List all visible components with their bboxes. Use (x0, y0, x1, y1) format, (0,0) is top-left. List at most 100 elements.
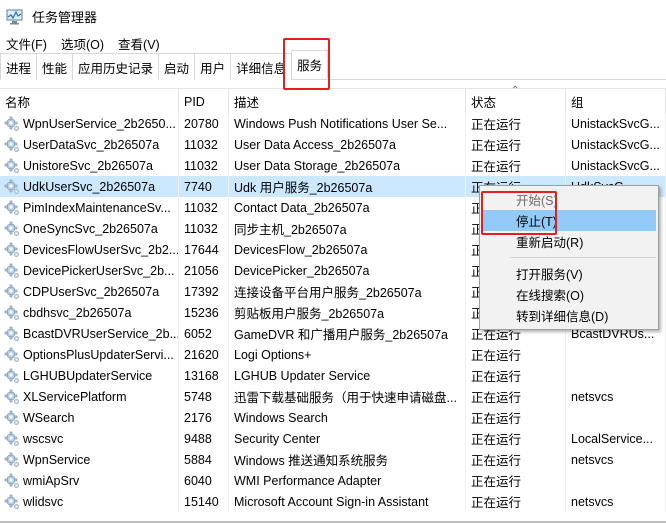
cell-name: UdkUserSvc_2b26507a (0, 176, 179, 197)
service-gear-icon (4, 326, 20, 342)
cell-status: 正在运行 (466, 386, 566, 407)
title-bar: 任务管理器 (0, 0, 666, 33)
service-gear-icon (4, 242, 20, 258)
table-row[interactable]: WpnUserService_2b2650... 20780 Windows Pus… (0, 113, 666, 134)
context-menu-start[interactable]: 开始(S) (482, 189, 656, 210)
cell-pid: 11032 (179, 197, 229, 218)
menu-bar: 文件(F) 选项(O) 查看(V) (0, 33, 666, 53)
cell-name: UserDataSvc_2b26507a (0, 134, 179, 155)
column-header-group[interactable]: 组 (566, 89, 666, 114)
context-menu-go-to-details[interactable]: 转到详细信息(D) (482, 305, 656, 326)
service-gear-icon (4, 389, 20, 405)
service-name: OneSyncSvc_2b26507a (23, 221, 158, 236)
cell-status: 正在运行 (466, 428, 566, 449)
cell-status: 正在运行 (466, 155, 566, 176)
tab-processes[interactable]: 进程 (0, 53, 38, 80)
cell-description: Security Center (229, 428, 466, 449)
cell-pid: 6040 (179, 470, 229, 491)
service-name: UnistoreSvc_2b26507a (23, 158, 153, 173)
cell-description: 迅雷下载基础服务（用于快速申请磁盘... (229, 386, 466, 407)
cell-pid: 7740 (179, 176, 229, 197)
column-header-description[interactable]: 描述 (229, 89, 466, 114)
cell-name: XLServicePlatform (0, 386, 179, 407)
cell-name: UnistoreSvc_2b26507a (0, 155, 179, 176)
service-name: BcastDVRUserService_2b... (23, 326, 179, 341)
menu-view[interactable]: 查看(V) (118, 34, 160, 53)
table-row[interactable]: UserDataSvc_2b26507a 11032 User Data Acces… (0, 134, 666, 155)
table-row[interactable]: XLServicePlatform 5748 迅雷下载基础服务（用于快速申请磁盘..… (0, 386, 666, 407)
cell-status: 正在运行 (466, 470, 566, 491)
menu-file[interactable]: 文件(F) (6, 34, 47, 53)
cell-description: WMI Performance Adapter (229, 470, 466, 491)
cell-description: GameDVR 和广播用户服务_2b26507a (229, 323, 466, 344)
service-gear-icon (4, 368, 20, 384)
table-row[interactable]: UnistoreSvc_2b26507a 11032 User Data Stora… (0, 155, 666, 176)
cell-description: 同步主机_2b26507a (229, 218, 466, 239)
cell-pid: 5884 (179, 449, 229, 470)
cell-name: WSearch (0, 407, 179, 428)
cell-group: UnistackSvcG... (566, 134, 666, 155)
service-name: UdkUserSvc_2b26507a (23, 179, 156, 194)
cell-status: 正在运行 (466, 113, 566, 134)
cell-name: OneSyncSvc_2b26507a (0, 218, 179, 239)
service-gear-icon (4, 221, 20, 237)
cell-group (566, 407, 666, 428)
tab-app-history[interactable]: 应用历史记录 (72, 53, 160, 80)
cell-name: WpnService (0, 449, 179, 470)
context-menu-open-services[interactable]: 打开服务(V) (482, 263, 656, 284)
window-title: 任务管理器 (32, 10, 98, 25)
tab-users[interactable]: 用户 (194, 53, 232, 80)
table-row[interactable]: OptionsPlusUpdaterServi... 21620 Logi Opti… (0, 344, 666, 365)
cell-description: LGHUB Updater Service (229, 365, 466, 386)
cell-name: PimIndexMaintenanceSv... (0, 197, 179, 218)
tab-services[interactable]: 服务 (291, 50, 329, 78)
table-row[interactable]: wscsvc 9488 Security Center 正在运行 LocalServic… (0, 428, 666, 449)
column-header-name[interactable]: 名称 (0, 89, 179, 114)
tab-bar: 进程 性能 应用历史记录 启动 用户 详细信息 服务 (0, 50, 666, 80)
service-name: wmiApSrv (23, 473, 80, 488)
cell-status: 正在运行 (466, 134, 566, 155)
cell-description: Windows Search (229, 407, 466, 428)
cell-name: wscsvc (0, 428, 179, 449)
cell-description: Logi Options+ (229, 344, 466, 365)
menu-options[interactable]: 选项(O) (61, 34, 104, 53)
sort-ascending-icon: ⌃ (511, 85, 520, 96)
column-header-status-label: 状态 (471, 96, 497, 110)
table-row[interactable]: LGHUBUpdaterService 13168 LGHUB Updater Se… (0, 365, 666, 386)
tab-details[interactable]: 详细信息 (230, 53, 293, 80)
cell-description: DevicePicker_2b26507a (229, 260, 466, 281)
service-gear-icon (4, 452, 20, 468)
context-menu-stop[interactable]: 停止(T) (482, 210, 656, 231)
tab-startup[interactable]: 启动 (158, 53, 196, 80)
cell-description: User Data Storage_2b26507a (229, 155, 466, 176)
cell-name: BcastDVRUserService_2b... (0, 323, 179, 344)
column-header-pid[interactable]: PID (179, 89, 229, 114)
table-row[interactable]: wmiApSrv 6040 WMI Performance Adapter 正在运行 (0, 470, 666, 491)
context-menu-restart[interactable]: 重新启动(R) (482, 231, 656, 252)
cell-pid: 11032 (179, 134, 229, 155)
cell-status: 正在运行 (466, 365, 566, 386)
tab-performance[interactable]: 性能 (36, 53, 74, 80)
cell-name: cbdhsvc_2b26507a (0, 302, 179, 323)
cell-group: UnistackSvcG... (566, 155, 666, 176)
service-name: LGHUBUpdaterService (23, 368, 153, 383)
cell-group (566, 470, 666, 491)
table-row[interactable]: WSearch 2176 Windows Search 正在运行 (0, 407, 666, 428)
service-gear-icon (4, 305, 20, 321)
table-row[interactable]: wlidsvc 15140 Microsoft Account Sign-in As… (0, 491, 666, 512)
cell-pid: 17392 (179, 281, 229, 302)
cell-description: 剪贴板用户服务_2b26507a (229, 302, 466, 323)
column-header-status[interactable]: 状态 ⌃ (466, 85, 566, 114)
cell-status: 正在运行 (466, 407, 566, 428)
context-menu-search-online[interactable]: 在线搜索(O) (482, 284, 656, 305)
cell-name: DevicesFlowUserSvc_2b2... (0, 239, 179, 260)
cell-pid: 9488 (179, 428, 229, 449)
service-gear-icon (4, 494, 20, 510)
cell-group: netsvcs (566, 386, 666, 407)
service-gear-icon (4, 137, 20, 153)
cell-description: Windows Push Notifications User Se... (229, 113, 466, 134)
cell-group: netsvcs (566, 449, 666, 470)
service-gear-icon (4, 347, 20, 363)
cell-description: Microsoft Account Sign-in Assistant (229, 491, 466, 512)
table-row[interactable]: WpnService 5884 Windows 推送通知系统服务 正在运行 netsvc… (0, 449, 666, 470)
